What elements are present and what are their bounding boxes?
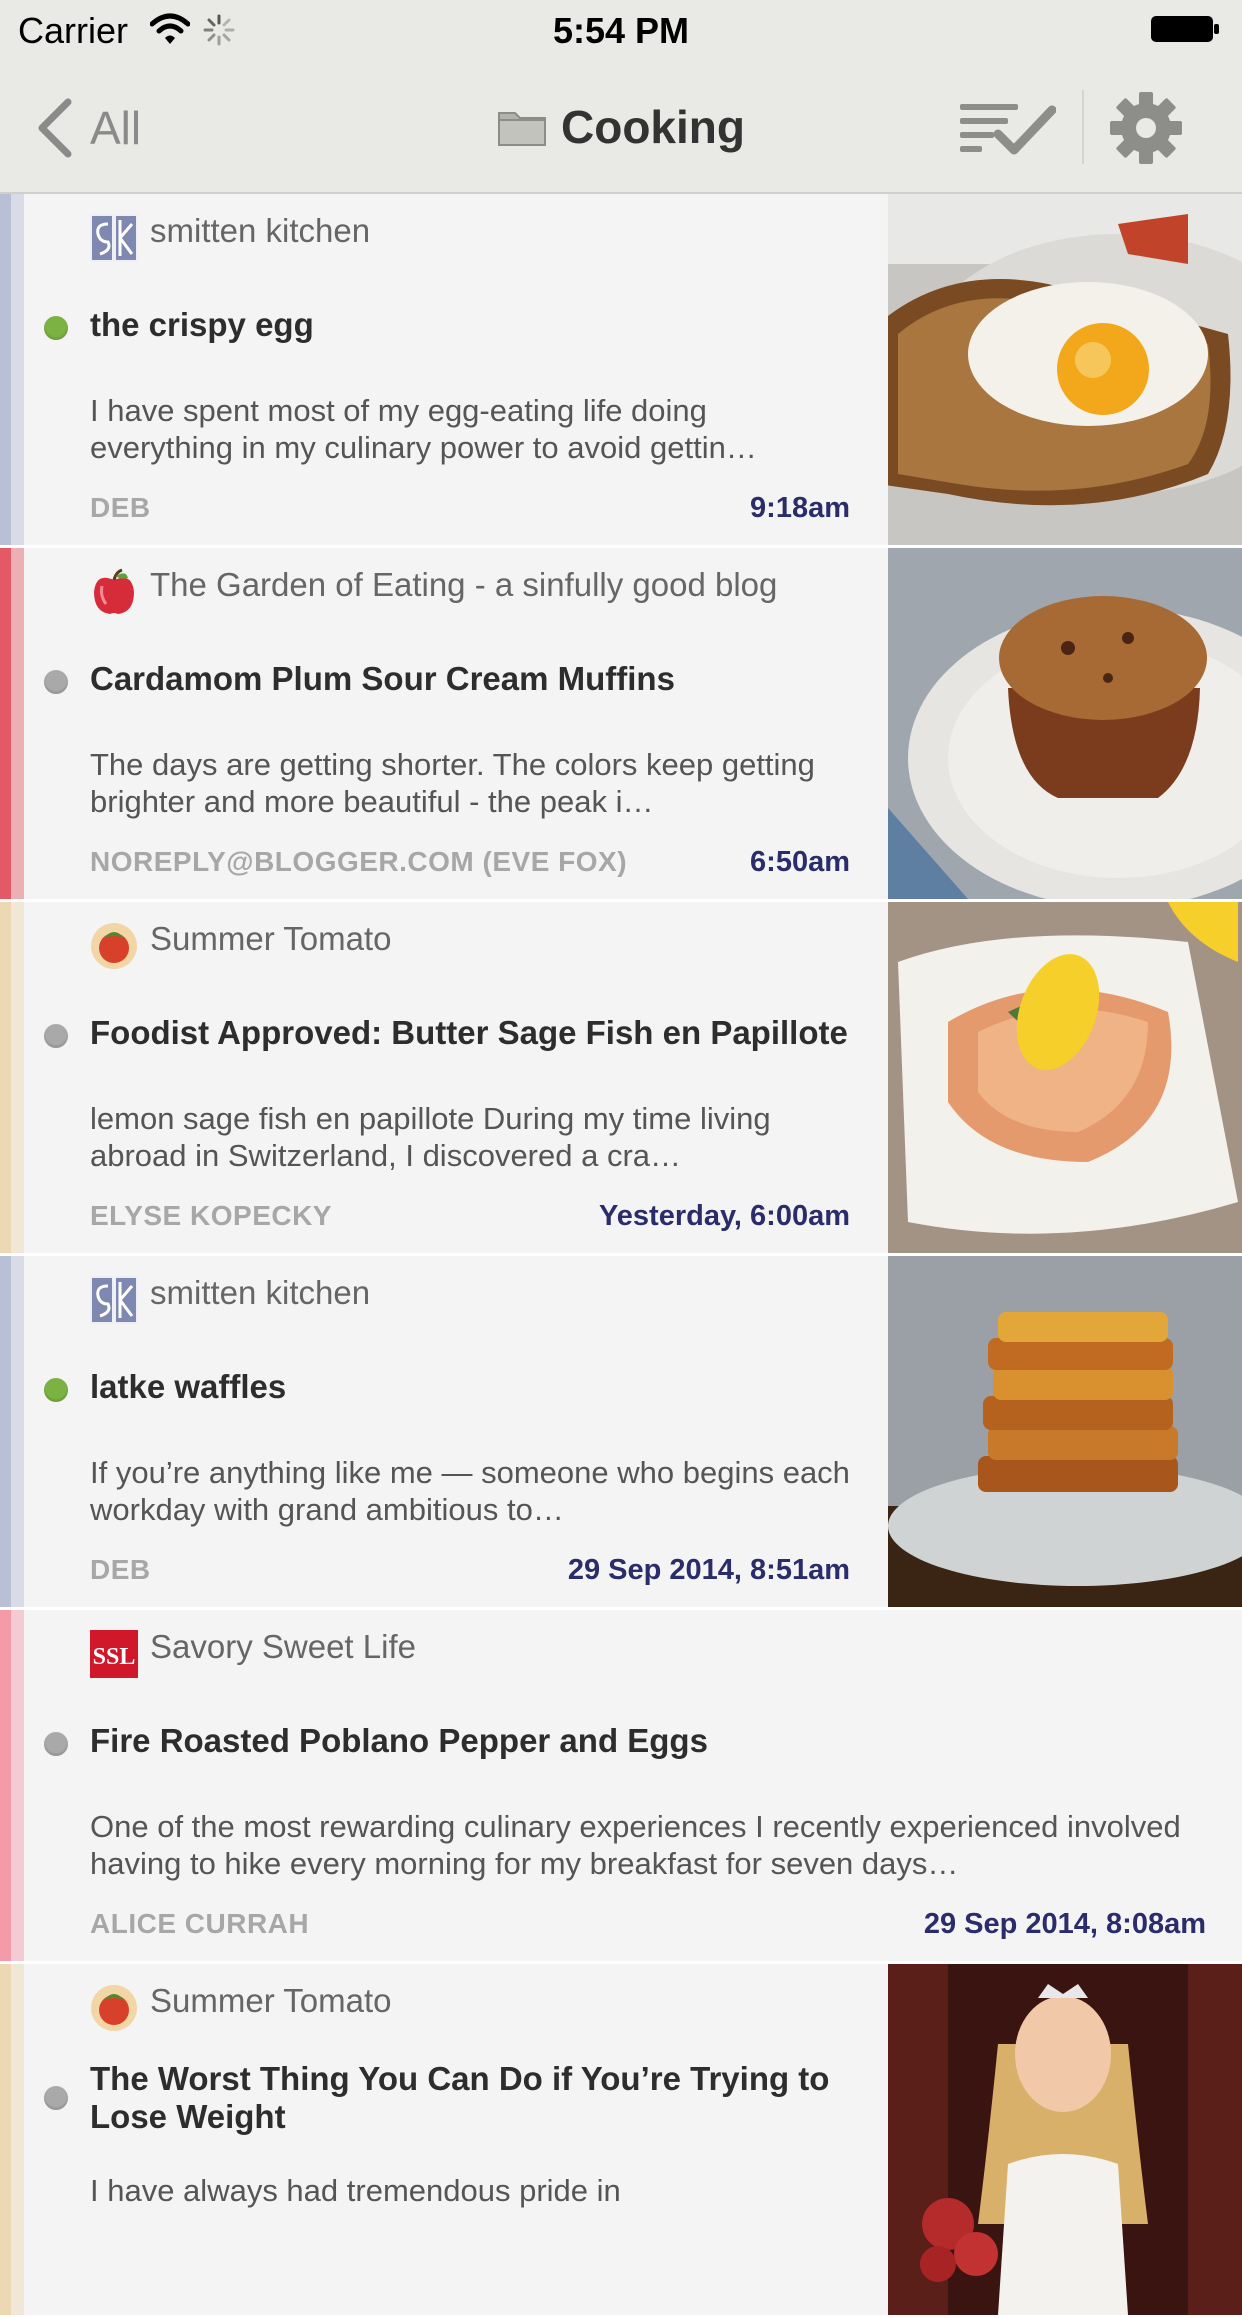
gear-icon[interactable] (1108, 90, 1184, 166)
story-thumbnail (888, 548, 1242, 899)
story-author: DEB (90, 492, 151, 523)
feed-color-bar (0, 1610, 24, 1961)
feed-name: smitten kitchen (150, 212, 371, 249)
story-thumbnail (888, 902, 1242, 1253)
feed-name: The Garden of Eating - a sinfully good b… (150, 566, 778, 603)
feed-color-bar (0, 902, 24, 1253)
clock: 5:54 PM (552, 10, 690, 51)
story-title: the crispy egg (90, 306, 314, 343)
unread-indicator (44, 1378, 68, 1402)
read-indicator (44, 2086, 68, 2110)
story-title: Foodist Approved: Butter Sage Fish en Pa… (90, 1014, 848, 1051)
story-summary: If you’re anything like me — someone who… (90, 1455, 850, 1527)
story-author: DEB (90, 1554, 151, 1585)
page-title: Cooking (561, 101, 745, 153)
story-date: 9:18am (750, 492, 850, 524)
story-title: The Worst Thing You Can Do if You’re Try… (90, 2060, 830, 2135)
smitten-kitchen-icon (90, 214, 138, 262)
battery-icon (1151, 16, 1219, 42)
story-thumbnail (888, 194, 1242, 545)
story-author: ALICE CURRAH (90, 1908, 310, 1939)
story-row[interactable]: Summer Tomato Foodist Approved: Butter S… (0, 902, 1242, 1256)
read-indicator (44, 670, 68, 694)
apple-icon (94, 568, 134, 614)
nav-divider (1082, 90, 1084, 164)
ssl-icon: SSL (90, 1630, 138, 1678)
story-date: 29 Sep 2014, 8:51am (567, 1554, 850, 1586)
story-thumbnail (888, 1964, 1242, 2315)
navigation-bar: All Cooking (0, 62, 1242, 194)
story-summary: I have spent most of my egg-eating life … (90, 393, 757, 465)
feed-color-bar (0, 1964, 24, 2315)
feed-name: Savory Sweet Life (150, 1628, 416, 1665)
story-list: smitten kitchen the crispy egg I have sp… (0, 194, 1242, 2318)
feed-color-bar (0, 194, 24, 545)
story-date: 6:50am (750, 846, 850, 878)
story-author: ELYSE KOPECKY (90, 1200, 332, 1231)
feed-name: Summer Tomato (150, 1982, 392, 2019)
story-summary: I have always had tremendous pride in (90, 2173, 621, 2208)
story-author: NOREPLY@BLOGGER.COM (EVE FOX) (90, 846, 628, 877)
story-row[interactable]: The Garden of Eating - a sinfully good b… (0, 548, 1242, 902)
story-row[interactable]: smitten kitchen the crispy egg I have sp… (0, 194, 1242, 548)
read-indicator (44, 1732, 68, 1756)
story-thumbnail (888, 1256, 1242, 1607)
story-date: 29 Sep 2014, 8:08am (923, 1908, 1206, 1940)
feed-color-bar (0, 1256, 24, 1607)
story-row[interactable]: SSL Savory Sweet Life Fire Roasted Pobla… (0, 1610, 1242, 1964)
story-date: Yesterday, 6:00am (599, 1200, 850, 1232)
mark-all-read-button[interactable] (958, 96, 1056, 158)
svg-text:SSL: SSL (93, 1644, 136, 1670)
tomato-icon (91, 923, 137, 969)
story-summary: lemon sage fish en papillote During my t… (90, 1101, 771, 1173)
story-summary: The days are getting shorter. The colors… (90, 747, 815, 819)
story-row[interactable]: Summer Tomato The Worst Thing You Can Do… (0, 1964, 1242, 2318)
story-row[interactable]: smitten kitchen latke waffles If you’re … (0, 1256, 1242, 1610)
status-bar: Carrier 5:54 PM (0, 0, 1242, 62)
story-title: Fire Roasted Poblano Pepper and Eggs (90, 1722, 708, 1759)
feed-color-bar (0, 548, 24, 899)
feed-name: smitten kitchen (150, 1274, 371, 1311)
tomato-icon (91, 1985, 137, 2031)
folder-icon (498, 112, 546, 146)
unread-indicator (44, 316, 68, 340)
read-indicator (44, 1024, 68, 1048)
story-title: latke waffles (90, 1368, 287, 1405)
story-title: Cardamom Plum Sour Cream Muffins (90, 660, 675, 697)
story-summary: One of the most rewarding culinary exper… (90, 1809, 1181, 1881)
feed-name: Summer Tomato (150, 920, 392, 957)
smitten-kitchen-icon (90, 1276, 138, 1324)
